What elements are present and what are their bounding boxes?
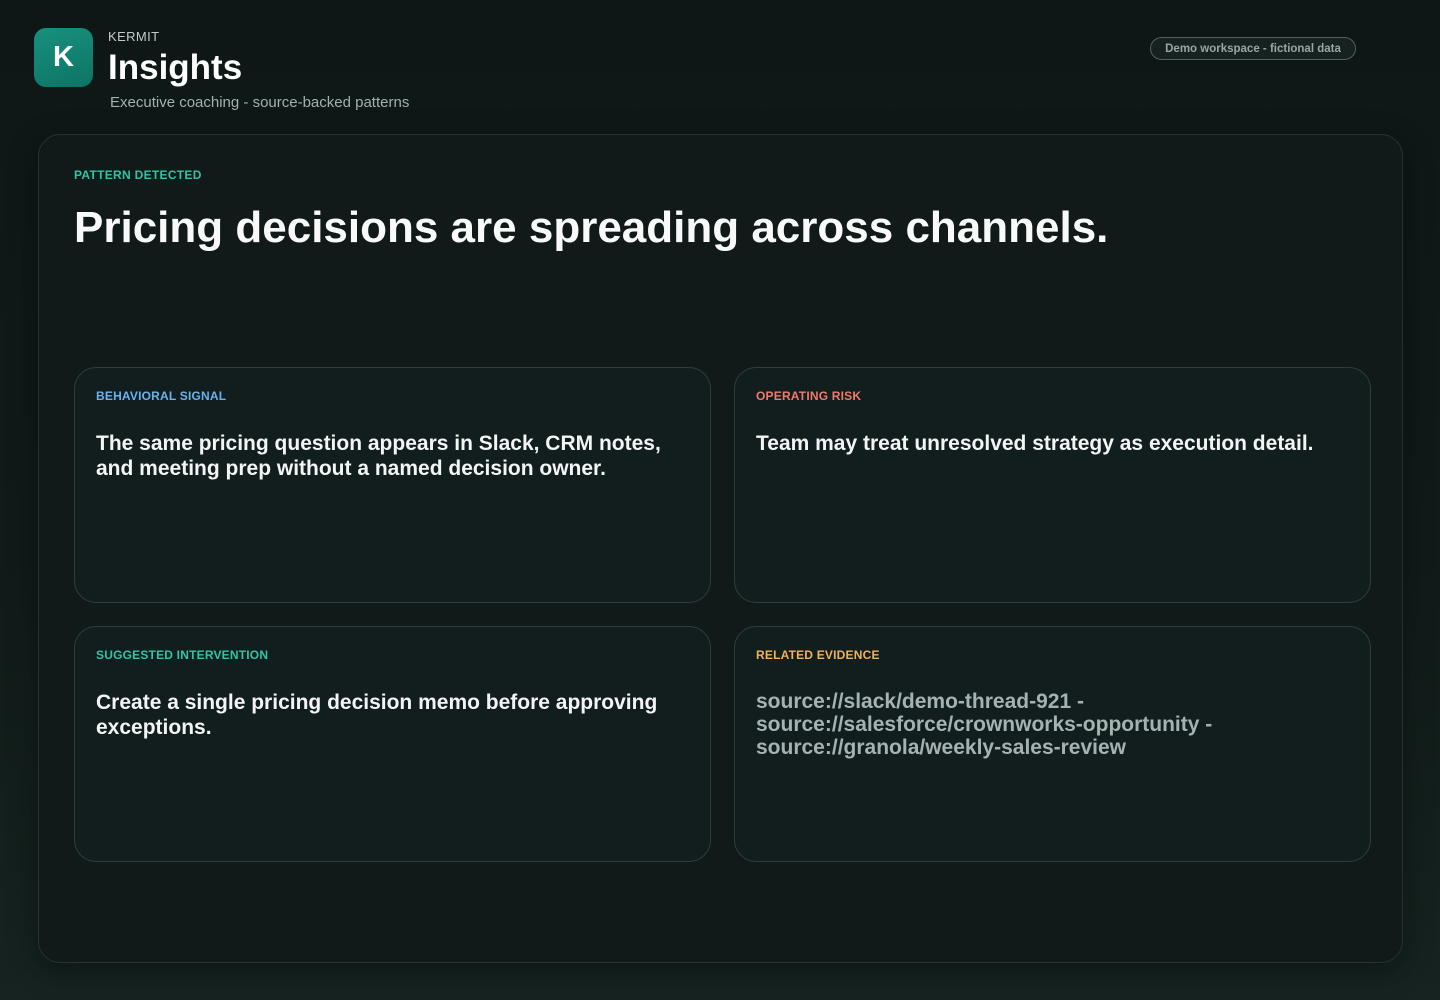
app-header: K KERMIT Insights Executive coaching - s…: [0, 0, 1440, 130]
pattern-title: Pricing decisions are spreading across c…: [74, 203, 1109, 252]
suggested-intervention-label: SUGGESTED INTERVENTION: [96, 648, 269, 662]
operating-risk-label: OPERATING RISK: [756, 389, 862, 403]
related-evidence-label: RELATED EVIDENCE: [756, 648, 880, 662]
insight-panel: PATTERN DETECTED Pricing decisions are s…: [38, 134, 1403, 963]
behavioral-signal-label: BEHAVIORAL SIGNAL: [96, 389, 227, 403]
evidence-source-list: source://slack/demo-thread-921 - source:…: [756, 690, 1316, 759]
behavioral-signal-card: BEHAVIORAL SIGNAL The same pricing quest…: [74, 367, 711, 603]
suggested-intervention-card: SUGGESTED INTERVENTION Create a single p…: [74, 626, 711, 862]
related-evidence-card: RELATED EVIDENCE source://slack/demo-thr…: [734, 626, 1371, 862]
kermit-logo: K: [34, 28, 93, 87]
brand-name: KERMIT: [108, 29, 160, 44]
page-title: Insights: [108, 48, 243, 87]
operating-risk-card: OPERATING RISK Team may treat unresolved…: [734, 367, 1371, 603]
evidence-source-link[interactable]: source://granola/weekly-sales-review: [756, 736, 1316, 759]
suggested-intervention-text: Create a single pricing decision memo be…: [96, 691, 658, 739]
operating-risk-text: Team may treat unresolved strategy as ex…: [756, 432, 1314, 455]
pattern-label: PATTERN DETECTED: [74, 168, 202, 182]
evidence-source-link[interactable]: source://salesforce/crownworks-opportuni…: [756, 713, 1316, 736]
evidence-source-link[interactable]: source://slack/demo-thread-921 -: [756, 690, 1316, 713]
page-subtitle: Executive coaching - source-backed patte…: [110, 94, 410, 111]
behavioral-signal-text: The same pricing question appears in Sla…: [96, 432, 661, 480]
demo-workspace-badge: Demo workspace - fictional data: [1150, 37, 1356, 60]
